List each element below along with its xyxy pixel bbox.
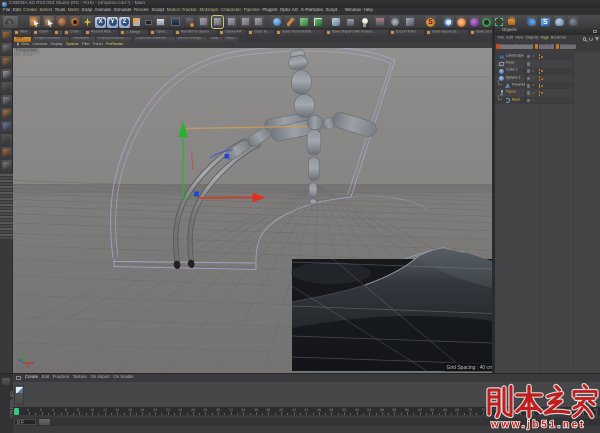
svg-text:www.jb51.net: www.jb51.net [490, 420, 586, 431]
svg-text:Grid Spacing : 40 cm: Grid Spacing : 40 cm [447, 365, 493, 371]
